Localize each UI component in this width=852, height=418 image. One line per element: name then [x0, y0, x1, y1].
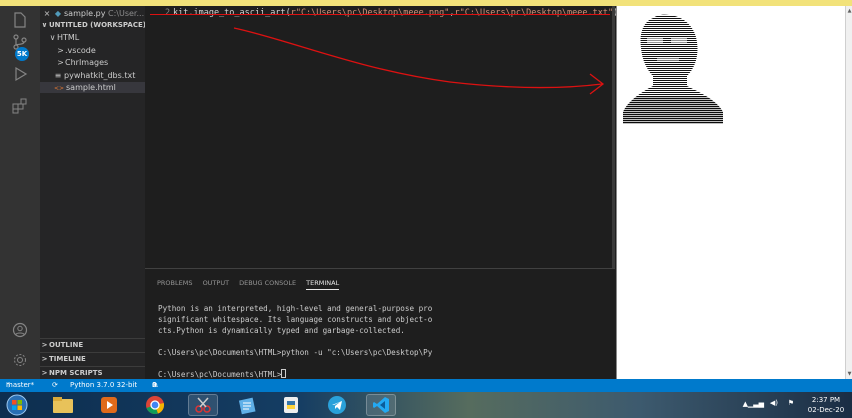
- telegram-taskbar-icon[interactable]: [322, 394, 352, 416]
- clock-date: 02-Dec-20: [807, 406, 845, 414]
- notepad-taskbar-icon[interactable]: [232, 394, 262, 416]
- html-file-icon: <>: [54, 85, 65, 92]
- editor-scrollbar[interactable]: [612, 6, 615, 268]
- red-arrow-annotation: [233, 27, 605, 95]
- tab-debug-console[interactable]: DEBUG CONSOLE: [239, 279, 296, 287]
- scroll-down-icon[interactable]: ▼: [846, 371, 852, 377]
- python-taskbar-icon[interactable]: [276, 394, 306, 416]
- chevron-down-icon: ∨: [49, 33, 56, 42]
- tree-item-sample-html[interactable]: <> sample.html: [40, 82, 145, 93]
- ascii-art-window: [616, 6, 845, 379]
- open-editor-name: sample.py: [64, 9, 106, 18]
- terminal-cursor: [281, 369, 287, 378]
- terminal-line: C:\Users\pc\Documents\HTML>python -u "c:…: [158, 348, 433, 357]
- chevron-right-icon: >: [57, 45, 64, 55]
- vscode-taskbar-icon[interactable]: [366, 394, 396, 416]
- start-button[interactable]: [2, 394, 32, 416]
- tab-problems[interactable]: PROBLEMS: [157, 279, 192, 287]
- open-editor-item[interactable]: × ◆ sample.py C:\User...: [40, 8, 145, 19]
- python-file-icon: ◆: [54, 9, 62, 18]
- run-debug-icon[interactable]: [8, 62, 32, 86]
- flag-icon[interactable]: ⚑: [788, 399, 794, 407]
- account-icon[interactable]: [8, 318, 32, 342]
- file-explorer-taskbar-icon[interactable]: [48, 394, 78, 416]
- tree-item-pywhatkit-dbs-txt[interactable]: ≡ pywhatkit_dbs.txt: [40, 70, 145, 81]
- ascii-window-scrollbar[interactable]: ▲ ▼: [845, 6, 852, 379]
- chevron-right-icon: >: [57, 58, 64, 67]
- terminal-output[interactable]: Python is an interpreted, high-level and…: [158, 303, 432, 380]
- files-icon[interactable]: [8, 8, 32, 32]
- chevron-right-icon: >: [41, 369, 48, 377]
- code-arg-txt: r"C:\Users\pc\Desktop\meee.txt": [454, 8, 614, 18]
- code-prefix: kit.image_to_ascii_art(: [173, 8, 291, 18]
- volume-icon[interactable]: ◀): [770, 399, 778, 407]
- tree-item-label: HTML: [57, 33, 80, 42]
- chevron-down-icon: ∨: [41, 21, 48, 29]
- chevron-right-icon: >: [41, 355, 48, 363]
- status-bar: ᛘ master* ⟳ Python 3.7.0 32-bit ⊗ 0 ⚠ 0: [0, 379, 852, 392]
- scroll-up-icon[interactable]: ▲: [846, 8, 852, 14]
- tab-output[interactable]: OUTPUT: [203, 279, 230, 287]
- chrome-taskbar-icon[interactable]: [140, 394, 170, 416]
- npm-scripts-section[interactable]: > NPM SCRIPTS: [40, 366, 145, 378]
- code-arg-png: r"C:\Users\pc\Desktop\meee.png": [290, 8, 450, 18]
- tree-item-label: sample.html: [66, 83, 116, 92]
- windows-logo-icon: [6, 394, 28, 416]
- timeline-label: TIMELINE: [49, 355, 86, 363]
- clock-time: 2:37 PM: [811, 396, 841, 404]
- line-number: 2: [165, 8, 171, 18]
- windows-taskbar: ▲ ▁▃▅ ◀) ⚑ 2:37 PM 02-Dec-20: [0, 392, 852, 418]
- terminal-panel: PROBLEMS OUTPUT DEBUG CONSOLE TERMINAL P…: [145, 268, 615, 379]
- terminal-line: significant whitespace. Its language con…: [158, 315, 433, 324]
- warning-count: 0: [152, 381, 157, 389]
- extensions-icon[interactable]: [8, 94, 32, 118]
- snipping-tool-taskbar-icon[interactable]: [188, 394, 218, 416]
- tree-item-html[interactable]: ∨ HTML: [40, 32, 145, 43]
- open-editor-path: C:\User...: [108, 9, 145, 18]
- tab-terminal[interactable]: TERMINAL: [306, 279, 340, 290]
- workspace-title: UNTITLED (WORKSPACE): [49, 21, 145, 29]
- network-icon[interactable]: ▁▃▅: [748, 400, 764, 408]
- red-underline-annotation: [150, 14, 610, 15]
- python-interpreter[interactable]: Python 3.7.0 32-bit: [70, 379, 137, 392]
- media-player-taskbar-icon[interactable]: [94, 394, 124, 416]
- activity-bar: 5K: [0, 6, 40, 379]
- terminal-line: Python is an interpreted, high-level and…: [158, 304, 433, 313]
- branch-name: master*: [6, 381, 35, 389]
- panel-tabs: PROBLEMS OUTPUT DEBUG CONSOLE TERMINAL: [157, 279, 347, 290]
- terminal-line: cts.Python is dynamically typed and garb…: [158, 326, 405, 335]
- ascii-art-image: [623, 14, 723, 124]
- terminal-prompt-text: C:\Users\pc\Documents\HTML>: [158, 370, 282, 379]
- text-file-icon: ≡: [54, 70, 62, 80]
- tree-item-label: ChrImages: [65, 58, 109, 67]
- source-control-badge: 5K: [15, 47, 29, 61]
- code-line[interactable]: kit.image_to_ascii_art(r"C:\Users\pc\Des…: [173, 8, 618, 18]
- sync-icon[interactable]: ⟳: [52, 379, 58, 392]
- timeline-section[interactable]: > TIMELINE: [40, 352, 145, 364]
- workspace-header[interactable]: ∨ UNTITLED (WORKSPACE): [40, 20, 145, 31]
- tree-item-label: .vscode: [65, 45, 96, 55]
- npm-scripts-label: NPM SCRIPTS: [49, 369, 103, 377]
- taskbar-clock[interactable]: 2:37 PM 02-Dec-20: [806, 395, 846, 415]
- chevron-right-icon: >: [41, 341, 48, 349]
- tree-item-vscode[interactable]: >.vscode: [40, 45, 145, 56]
- settings-gear-icon[interactable]: [8, 348, 32, 372]
- outline-label: OUTLINE: [49, 341, 84, 349]
- outline-section[interactable]: > OUTLINE: [40, 338, 145, 350]
- tree-item-chrimages[interactable]: >ChrImages: [40, 57, 145, 68]
- close-icon[interactable]: ×: [40, 8, 54, 19]
- explorer-sidebar: × ◆ sample.py C:\User... ∨ UNTITLED (WORKSP…: [40, 6, 145, 379]
- tree-item-label: pywhatkit_dbs.txt: [64, 70, 136, 80]
